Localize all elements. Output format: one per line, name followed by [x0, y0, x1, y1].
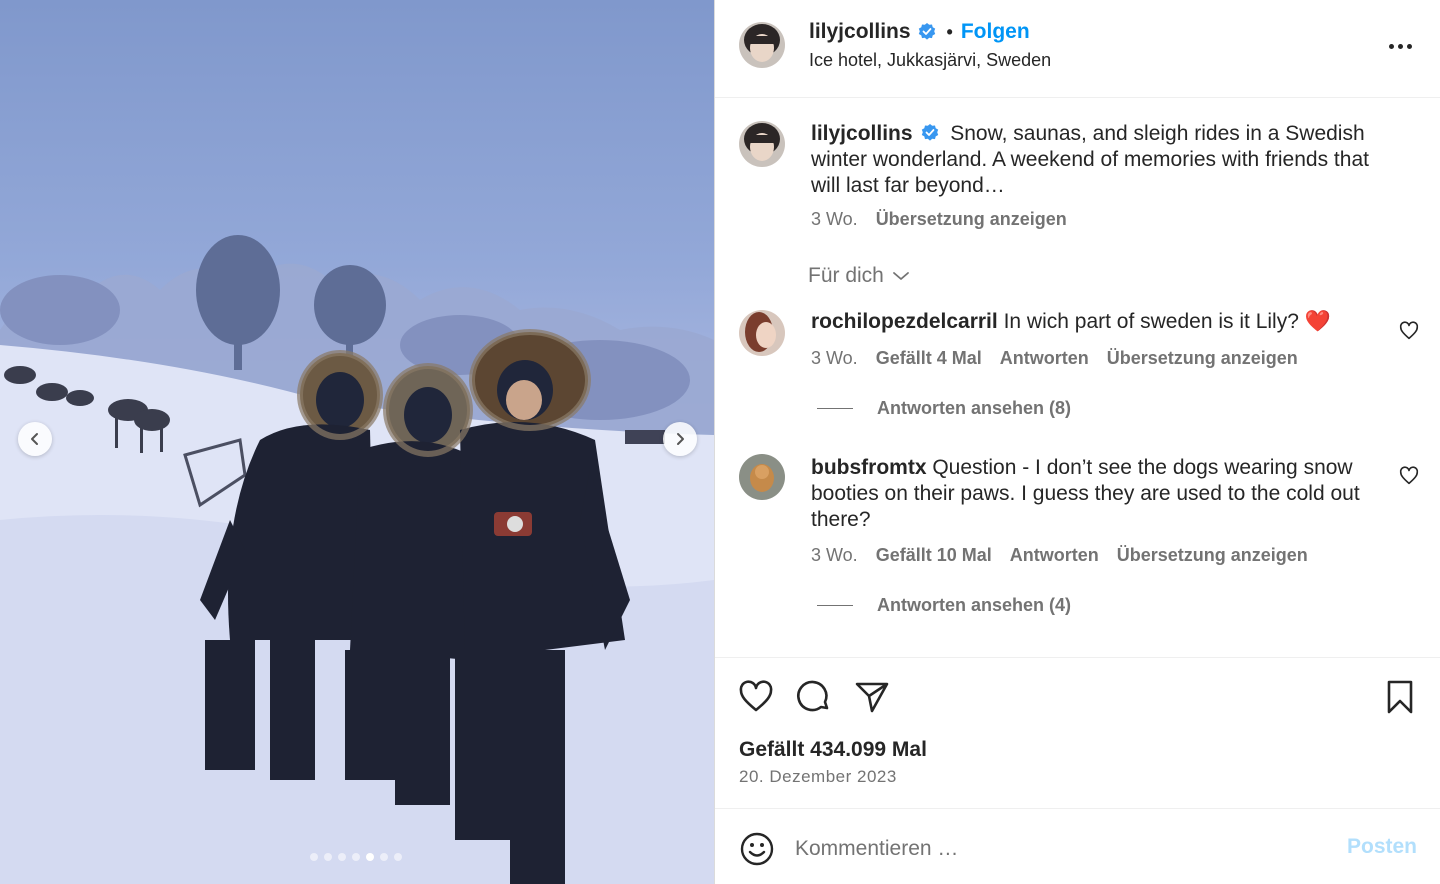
comment-avatar[interactable]	[739, 310, 785, 356]
post-date[interactable]: 20. Dezember 2023	[739, 767, 897, 787]
view-replies-button[interactable]: Antworten ansehen (4)	[817, 595, 1071, 616]
comment-time[interactable]: 3 Wo.	[811, 348, 858, 369]
carousel-dot	[394, 853, 402, 861]
post-header: lilyjcollins • Folgen Ice hotel, Jukkasj…	[715, 0, 1440, 98]
comment-likes[interactable]: Gefällt 4 Mal	[876, 348, 982, 369]
more-options-button[interactable]	[1389, 36, 1415, 56]
author-username[interactable]: lilyjcollins	[809, 20, 911, 44]
carousel-dot	[352, 853, 360, 861]
caption-avatar[interactable]	[739, 121, 785, 167]
comment-bubble-icon[interactable]	[795, 678, 833, 716]
caption-meta: 3 Wo. Übersetzung anzeigen	[811, 209, 1067, 230]
post-comment-button[interactable]: Posten	[1347, 835, 1417, 859]
comment-input[interactable]	[795, 833, 1315, 865]
heart-emoji: ❤️	[1304, 310, 1331, 333]
profile-photo	[739, 454, 785, 500]
comment-item: rochilopezdelcarril In wich part of swed…	[811, 309, 1381, 335]
bookmark-icon[interactable]	[1381, 678, 1419, 716]
post-location[interactable]: Ice hotel, Jukkasjärvi, Sweden	[809, 50, 1051, 71]
chevron-down-icon	[892, 272, 909, 280]
heart-icon[interactable]	[737, 678, 775, 716]
comment-time[interactable]: 3 Wo.	[811, 545, 858, 566]
comment-avatar[interactable]	[739, 454, 785, 500]
profile-photo	[739, 121, 785, 167]
carousel-dot	[380, 853, 388, 861]
comment-meta: 3 Wo. Gefällt 4 Mal Antworten Übersetzun…	[811, 348, 1298, 369]
comment-filter-label: Für dich	[808, 264, 884, 287]
avatar[interactable]	[739, 22, 785, 68]
carousel-dots	[310, 853, 402, 861]
post-media[interactable]	[0, 0, 714, 884]
translate-button[interactable]: Übersetzung anzeigen	[1117, 545, 1308, 566]
carousel-dot	[338, 853, 346, 861]
add-comment-bar: Posten	[715, 808, 1440, 884]
replies-line	[817, 408, 853, 409]
likes-count[interactable]: Gefällt 434.099 Mal	[739, 738, 927, 762]
comment-meta: 3 Wo. Gefällt 10 Mal Antworten Übersetzu…	[811, 545, 1308, 566]
chevron-left-icon	[31, 433, 38, 445]
post-details-panel: lilyjcollins • Folgen Ice hotel, Jukkasj…	[714, 0, 1440, 884]
translate-button[interactable]: Übersetzung anzeigen	[1107, 348, 1298, 369]
profile-photo	[739, 310, 785, 356]
comment-likes[interactable]: Gefällt 10 Mal	[876, 545, 992, 566]
comment-text: In wich part of sweden is it Lily?	[1003, 310, 1299, 333]
view-replies-label: Antworten ansehen (8)	[877, 398, 1072, 418]
view-replies-button[interactable]: Antworten ansehen (8)	[817, 398, 1071, 419]
comment-username[interactable]: rochilopezdelcarril	[811, 310, 998, 333]
heart-icon[interactable]	[1398, 465, 1420, 487]
instagram-post: lilyjcollins • Folgen Ice hotel, Jukkasj…	[0, 0, 1440, 884]
carousel-prev-button[interactable]	[18, 422, 52, 456]
carousel-next-button[interactable]	[663, 422, 697, 456]
comment-username[interactable]: bubsfromtx	[811, 456, 927, 479]
profile-photo	[739, 22, 785, 68]
photo-snow-scene	[0, 235, 714, 884]
paper-plane-icon[interactable]	[853, 678, 891, 716]
reply-button[interactable]: Antworten	[1010, 545, 1099, 566]
view-replies-label: Antworten ansehen (4)	[877, 595, 1072, 615]
chevron-right-icon	[677, 433, 684, 445]
dot-separator: •	[946, 21, 953, 42]
heart-icon[interactable]	[1398, 320, 1420, 342]
carousel-dot	[366, 853, 374, 861]
verified-badge-icon	[918, 23, 935, 40]
post-caption: lilyjcollins Snow, saunas, and sleigh ri…	[811, 121, 1401, 199]
carousel-dot	[310, 853, 318, 861]
comment-filter-dropdown[interactable]: Für dich	[808, 264, 910, 288]
more-options-icon	[1389, 43, 1394, 49]
comment-item: bubsfromtx Question - I don’t see the do…	[811, 455, 1381, 533]
smiley-icon[interactable]	[739, 831, 775, 867]
carousel-dot	[324, 853, 332, 861]
caption-time[interactable]: 3 Wo.	[811, 209, 858, 230]
caption-username[interactable]: lilyjcollins	[811, 122, 913, 145]
replies-line	[817, 605, 853, 606]
translate-button[interactable]: Übersetzung anzeigen	[876, 209, 1067, 230]
reply-button[interactable]: Antworten	[1000, 348, 1089, 369]
verified-badge-icon	[922, 124, 939, 141]
follow-button[interactable]: Folgen	[961, 20, 1030, 44]
